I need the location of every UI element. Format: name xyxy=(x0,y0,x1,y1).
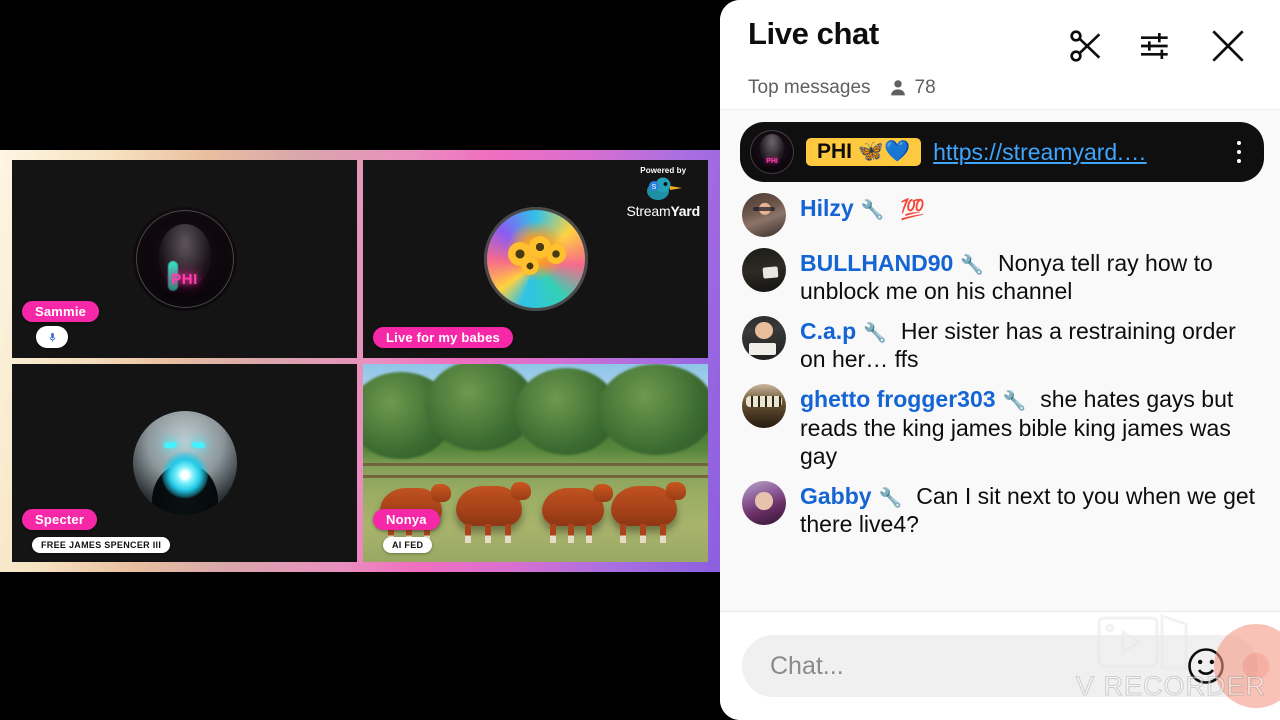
pinned-message-link[interactable]: https://streamyard.… xyxy=(933,139,1218,166)
chat-mode-label[interactable]: Top messages xyxy=(748,77,871,99)
scissors-icon[interactable] xyxy=(1066,26,1106,66)
list-item[interactable]: BULLHAND90 🔧 Nonya tell ray how to unblock… xyxy=(740,243,1264,311)
sunflower-logo-art xyxy=(483,207,588,311)
video-stage: PHI Sammie Powered by S StreamYard Live … xyxy=(0,150,720,572)
tile-name-tag: Live for my babes xyxy=(373,327,513,348)
message-body: ghetto frogger303 🔧 she hates gays but rea… xyxy=(800,384,1262,469)
chat-input[interactable] xyxy=(742,635,1258,697)
person-icon xyxy=(890,80,905,96)
avatar[interactable] xyxy=(742,384,786,429)
participant-tile-specter[interactable]: Specter FREE JAMES SPENCER III xyxy=(12,364,357,562)
chat-header: Live chat Top messages 78 xyxy=(720,0,1280,110)
list-item[interactable]: Gabby 🔧 Can I sit next to you when we get … xyxy=(740,476,1264,544)
duck-icon: S xyxy=(627,176,701,202)
viewer-count: 78 xyxy=(887,77,936,99)
screen: PHI Sammie Powered by S StreamYard Live … xyxy=(0,0,1280,720)
message-body: Gabby 🔧 Can I sit next to you when we get … xyxy=(800,481,1262,538)
svg-text:S: S xyxy=(652,184,657,191)
message-body: BULLHAND90 🔧 Nonya tell ray how to unblock… xyxy=(800,248,1262,305)
message-author[interactable]: Gabby xyxy=(800,483,872,509)
phi-logo-art: PHI xyxy=(132,207,237,311)
moderator-wrench-icon: 🔧 xyxy=(878,487,903,509)
list-item[interactable]: ghetto frogger303 🔧 she hates gays but rea… xyxy=(740,379,1264,475)
participant-tile-nonya[interactable]: Nonya AI FED xyxy=(363,364,708,562)
close-icon[interactable] xyxy=(1206,24,1250,68)
cattle-photo xyxy=(363,364,708,562)
message-body: Hilzy 🔧 💯 xyxy=(800,193,1262,222)
message-body: C.a.p 🔧 Her sister has a restraining order… xyxy=(800,316,1262,373)
tile-name-tag: Specter xyxy=(22,509,98,530)
avatar[interactable] xyxy=(742,193,786,237)
page-title: Live chat xyxy=(748,16,879,51)
specter-logo-art xyxy=(132,411,237,515)
avatar: PHI xyxy=(750,130,794,174)
tile-sub-tag: FREE JAMES SPENCER III xyxy=(32,537,171,553)
moderator-wrench-icon: 🔧 xyxy=(860,200,885,221)
tile-row-top: PHI Sammie Powered by S StreamYard Live … xyxy=(12,160,708,358)
message-author[interactable]: ghetto frogger303 xyxy=(800,386,996,412)
chat-message-list[interactable]: PHI PHI 🦋💙 https://streamyard.… Hilzy 🔧 💯 … xyxy=(720,110,1280,612)
message-author[interactable]: BULLHAND90 xyxy=(800,250,953,276)
avatar[interactable] xyxy=(742,248,786,292)
participant-tile-live-for-my-babes[interactable]: Powered by S StreamYard Live for my babe… xyxy=(363,160,708,358)
tile-name-tag: Nonya xyxy=(373,509,440,530)
more-vert-icon[interactable] xyxy=(1230,141,1252,163)
tile-row-bottom: Specter FREE JAMES SPENCER III Nonya AI … xyxy=(12,364,708,562)
chat-settings-icon[interactable] xyxy=(1136,26,1176,66)
moderator-wrench-icon: 🔧 xyxy=(960,255,985,276)
message-author[interactable]: C.a.p xyxy=(800,318,856,344)
participant-tile-sammie[interactable]: PHI Sammie xyxy=(12,160,357,358)
avatar[interactable] xyxy=(742,480,786,525)
microphone-icon xyxy=(36,326,68,348)
tile-name-tag: Sammie xyxy=(22,301,100,322)
streamyard-watermark: Powered by S StreamYard xyxy=(626,166,701,219)
avatar[interactable] xyxy=(742,316,786,361)
list-item[interactable]: C.a.p 🔧 Her sister has a restraining order… xyxy=(740,311,1264,379)
pinned-author-badge: PHI 🦋💙 xyxy=(806,138,922,166)
streamyard-name: StreamYard xyxy=(626,203,701,219)
moderator-wrench-icon: 🔧 xyxy=(1002,391,1027,413)
viewer-count-value: 78 xyxy=(914,77,936,98)
chat-input-row xyxy=(720,612,1280,720)
tile-sub-tag: AI FED xyxy=(383,537,433,553)
pinned-message[interactable]: PHI PHI 🦋💙 https://streamyard.… xyxy=(740,122,1264,182)
live-chat-panel: Live chat Top messages 78 PHI PHI 🦋💙 htt… xyxy=(720,0,1280,720)
message-author[interactable]: Hilzy xyxy=(800,195,854,221)
hundred-points-emoji: 💯 xyxy=(900,199,926,221)
list-item[interactable]: Hilzy 🔧 💯 xyxy=(740,188,1264,243)
moderator-wrench-icon: 🔧 xyxy=(863,323,887,345)
